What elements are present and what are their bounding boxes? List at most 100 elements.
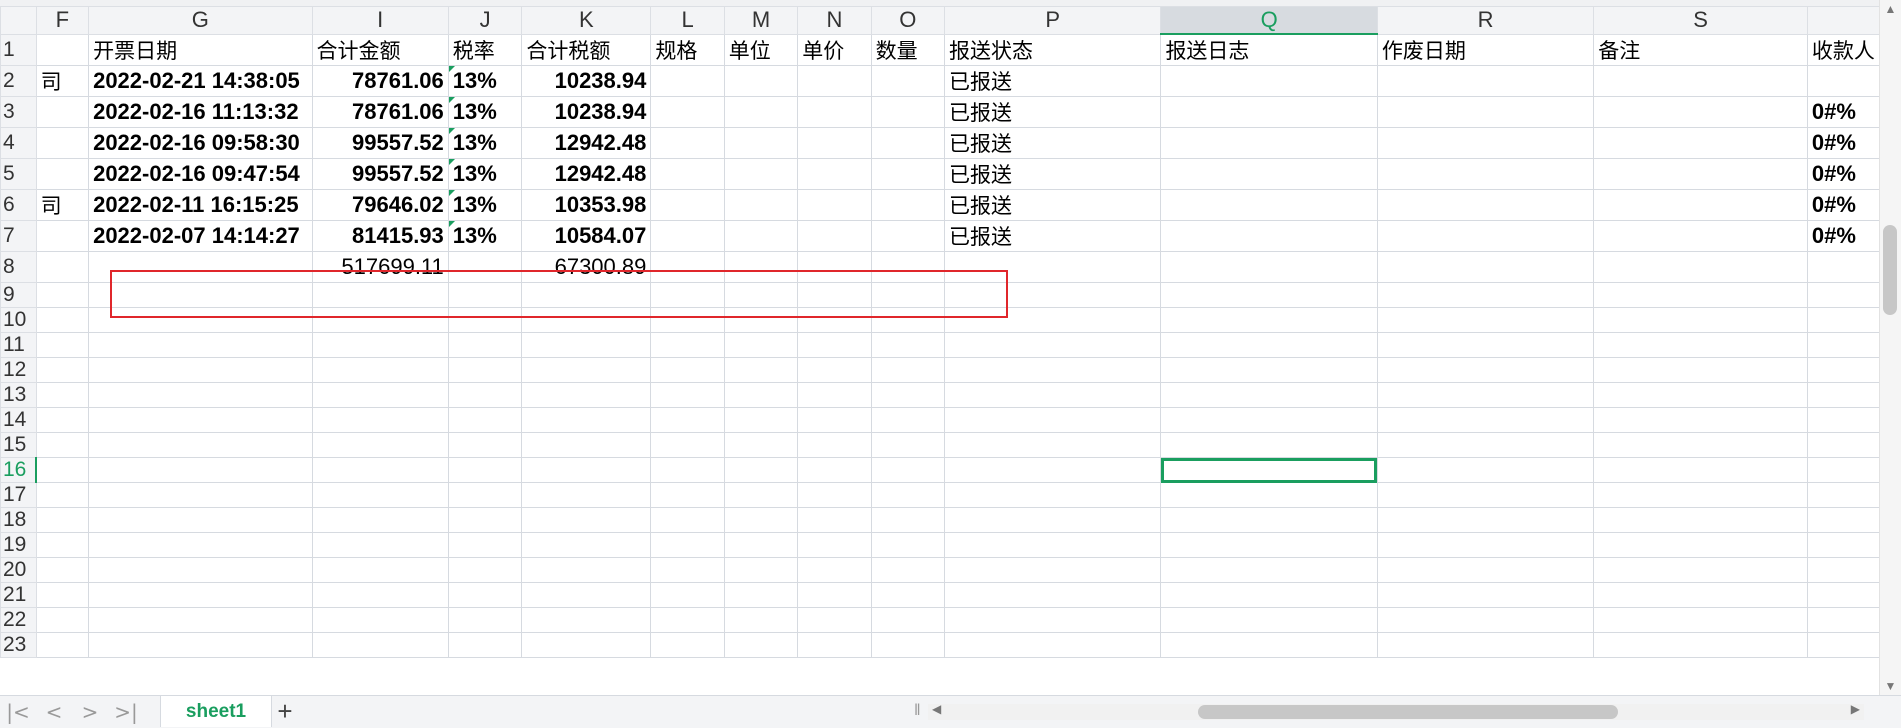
cell[interactable]: [1593, 189, 1808, 221]
row-header[interactable]: 18: [0, 507, 37, 533]
cell[interactable]: [870, 582, 946, 608]
cell[interactable]: [650, 332, 725, 358]
cell[interactable]: [1593, 507, 1808, 533]
cell[interactable]: [870, 532, 946, 558]
row-header[interactable]: 16: [0, 457, 38, 483]
cell[interactable]: [723, 407, 799, 433]
cell[interactable]: [650, 282, 725, 308]
cell[interactable]: [870, 632, 946, 658]
cell[interactable]: 合计税额: [521, 33, 652, 66]
cell[interactable]: 单价: [797, 33, 872, 66]
cell[interactable]: [797, 127, 872, 159]
cell[interactable]: [1593, 582, 1808, 608]
row-header[interactable]: 19: [0, 532, 37, 558]
cell[interactable]: [870, 507, 946, 533]
cell[interactable]: [1593, 158, 1808, 190]
cell[interactable]: [521, 507, 652, 533]
cell[interactable]: 12942.48: [521, 158, 652, 190]
cell[interactable]: 0#%: [1806, 127, 1880, 159]
cell[interactable]: [521, 332, 652, 358]
cell[interactable]: [521, 357, 652, 383]
cell[interactable]: [797, 557, 872, 583]
cell[interactable]: [311, 382, 449, 408]
cell[interactable]: [723, 220, 799, 252]
add-sheet-icon[interactable]: +: [272, 697, 298, 725]
cell[interactable]: [311, 532, 449, 558]
cell[interactable]: 税率: [447, 33, 523, 66]
cell[interactable]: [944, 607, 1162, 633]
cell[interactable]: [1593, 532, 1808, 558]
cell[interactable]: [870, 189, 946, 221]
spreadsheet-area[interactable]: F G I J K L M N O P Q R S 1 开票日期 合计金额 税率…: [0, 0, 1880, 695]
cell[interactable]: [1160, 127, 1378, 159]
cell[interactable]: [1593, 457, 1808, 483]
cell[interactable]: 备注: [1593, 33, 1808, 66]
total-tax-cell[interactable]: 67300.89: [521, 251, 652, 283]
cell[interactable]: [1593, 382, 1808, 408]
cell[interactable]: 已报送: [944, 158, 1162, 190]
cell[interactable]: [870, 457, 946, 483]
cell[interactable]: [723, 251, 799, 283]
cell[interactable]: [521, 432, 652, 458]
cell[interactable]: [944, 282, 1162, 308]
column-header-K[interactable]: K: [521, 6, 652, 35]
cell[interactable]: 79646.02: [311, 189, 449, 221]
cell[interactable]: [797, 457, 872, 483]
cell[interactable]: [1160, 532, 1378, 558]
vertical-scrollbar[interactable]: ▲ ▼: [1879, 0, 1901, 695]
cell[interactable]: [650, 65, 725, 97]
cell[interactable]: [944, 582, 1162, 608]
row-header[interactable]: 1: [0, 33, 37, 66]
cell[interactable]: [1160, 382, 1378, 408]
cell[interactable]: 2022-02-16 11:13:32: [88, 96, 313, 128]
cell[interactable]: [1376, 307, 1595, 333]
cell[interactable]: [1593, 407, 1808, 433]
cell[interactable]: 开票日期: [88, 33, 313, 66]
cell[interactable]: [870, 251, 946, 283]
cell[interactable]: [1160, 65, 1378, 97]
column-header-I[interactable]: I: [311, 6, 449, 35]
row-header[interactable]: 5: [0, 158, 37, 190]
cell[interactable]: [35, 382, 90, 408]
cell[interactable]: [447, 482, 523, 508]
cell[interactable]: [1160, 357, 1378, 383]
column-header-T[interactable]: [1806, 6, 1880, 35]
cell[interactable]: 司: [35, 189, 90, 221]
cell[interactable]: [1376, 382, 1595, 408]
cell[interactable]: [944, 532, 1162, 558]
active-cell[interactable]: [1160, 457, 1378, 483]
cell[interactable]: [650, 432, 725, 458]
cell[interactable]: [797, 220, 872, 252]
cell[interactable]: [521, 457, 652, 483]
cell[interactable]: [870, 127, 946, 159]
cell[interactable]: [797, 251, 872, 283]
cell[interactable]: [447, 557, 523, 583]
cell[interactable]: 13%: [447, 220, 523, 252]
cell[interactable]: [797, 432, 872, 458]
cell[interactable]: [650, 251, 725, 283]
cell[interactable]: [723, 307, 799, 333]
cell[interactable]: 13%: [447, 158, 523, 190]
cell[interactable]: 13%: [447, 65, 523, 97]
cell[interactable]: [870, 607, 946, 633]
cell[interactable]: [521, 607, 652, 633]
column-header-O[interactable]: O: [870, 6, 946, 35]
cell[interactable]: [88, 557, 313, 583]
horizontal-scroll-thumb[interactable]: [1198, 705, 1618, 719]
column-header-P[interactable]: P: [944, 6, 1162, 35]
cell[interactable]: [1376, 632, 1595, 658]
cell[interactable]: [311, 482, 449, 508]
cell[interactable]: [521, 482, 652, 508]
cell[interactable]: [1806, 357, 1880, 383]
cell[interactable]: [944, 357, 1162, 383]
cell[interactable]: [1160, 307, 1378, 333]
column-header-G[interactable]: G: [88, 6, 313, 35]
cell[interactable]: [1593, 65, 1808, 97]
cell[interactable]: 78761.06: [311, 65, 449, 97]
cell[interactable]: [650, 532, 725, 558]
cell[interactable]: [723, 189, 799, 221]
cell[interactable]: [870, 557, 946, 583]
cell[interactable]: [723, 507, 799, 533]
cell[interactable]: [797, 189, 872, 221]
column-header-Q[interactable]: Q: [1160, 6, 1378, 35]
